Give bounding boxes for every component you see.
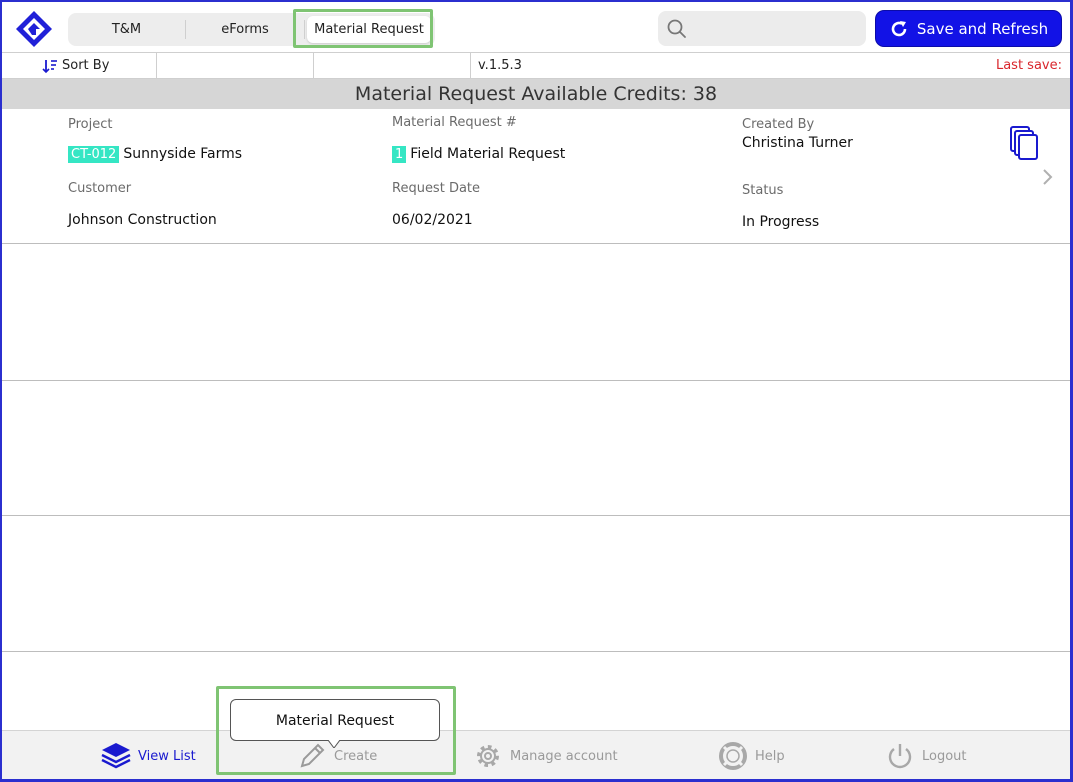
- project-label: Project: [68, 117, 113, 132]
- tab-tm[interactable]: T&M: [68, 13, 185, 46]
- sort-by-label: Sort By: [62, 58, 110, 73]
- created-by-value: Christina Turner: [742, 135, 853, 151]
- tab-logout[interactable]: Logout: [884, 739, 967, 773]
- cell-divider: [313, 53, 314, 78]
- request-number-label: Material Request #: [392, 115, 517, 130]
- list-item: [2, 516, 1070, 652]
- list-item: [2, 381, 1070, 516]
- save-and-refresh-button[interactable]: Save and Refresh: [876, 11, 1061, 46]
- request-date-value: 06/02/2021: [392, 212, 473, 228]
- pencil-icon: [300, 743, 325, 768]
- top-bar: T&M eForms Material Request Save and Ref…: [2, 2, 1070, 52]
- bottom-tab-bar: View List Create Manage account Help Log…: [2, 730, 1070, 779]
- sort-icon: [42, 59, 57, 73]
- tab-eforms[interactable]: eForms: [186, 13, 304, 46]
- status-label: Status: [742, 183, 784, 198]
- last-save-label: Last save:: [995, 58, 1062, 73]
- cell-divider: [156, 53, 157, 78]
- request-number-value: 1 Field Material Request: [392, 146, 566, 163]
- layers-icon: [101, 743, 131, 769]
- lifebuoy-icon: [719, 742, 747, 770]
- cell-divider: [470, 53, 471, 78]
- app-logo-icon: [16, 11, 52, 47]
- request-number-tag: 1: [392, 146, 407, 163]
- status-value: In Progress: [742, 214, 820, 230]
- tab-help[interactable]: Help: [717, 739, 785, 773]
- project-code-tag: CT-012: [68, 146, 120, 163]
- customer-label: Customer: [68, 181, 132, 196]
- tab-manage-account-label: Manage account: [510, 748, 618, 764]
- credits-banner: Material Request Available Credits: 38: [2, 79, 1070, 109]
- project-name: Sunnyside Farms: [123, 146, 243, 162]
- tab-divider: [304, 20, 305, 39]
- customer-value: Johnson Construction: [68, 212, 217, 228]
- search-input[interactable]: [694, 15, 860, 42]
- tab-manage-account[interactable]: Manage account: [472, 739, 618, 773]
- request-title: Field Material Request: [410, 146, 566, 162]
- power-icon: [888, 744, 912, 769]
- tab-logout-label: Logout: [922, 748, 967, 764]
- tab-view-list[interactable]: View List: [100, 739, 196, 773]
- search-icon: [667, 19, 686, 38]
- tab-help-label: Help: [755, 748, 785, 764]
- gear-icon: [477, 745, 499, 767]
- list-item: [2, 244, 1070, 381]
- tooltip-arrow: [328, 740, 340, 748]
- create-tooltip: Material Request: [230, 699, 440, 741]
- version-label: v.1.5.3: [478, 58, 522, 73]
- tab-material-request[interactable]: Material Request: [307, 16, 431, 43]
- material-request-record[interactable]: Project CT-012 Sunnyside Farms Material R…: [2, 109, 1070, 244]
- module-tab-bar: T&M eForms Material Request: [68, 13, 435, 46]
- chevron-right-icon[interactable]: [1040, 167, 1054, 187]
- refresh-icon: [891, 20, 907, 36]
- tab-view-list-label: View List: [138, 748, 196, 764]
- sort-bar: Sort By v.1.5.3 Last save:: [2, 52, 1070, 79]
- created-by-label: Created By: [742, 117, 815, 132]
- copy-icon[interactable]: [1008, 125, 1040, 161]
- tab-create-label: Create: [334, 748, 378, 764]
- search-box[interactable]: [658, 11, 866, 46]
- request-date-label: Request Date: [392, 181, 481, 196]
- save-and-refresh-label: Save and Refresh: [916, 19, 1049, 38]
- project-value: CT-012 Sunnyside Farms: [68, 146, 243, 163]
- sort-by-button[interactable]: Sort By: [42, 53, 154, 78]
